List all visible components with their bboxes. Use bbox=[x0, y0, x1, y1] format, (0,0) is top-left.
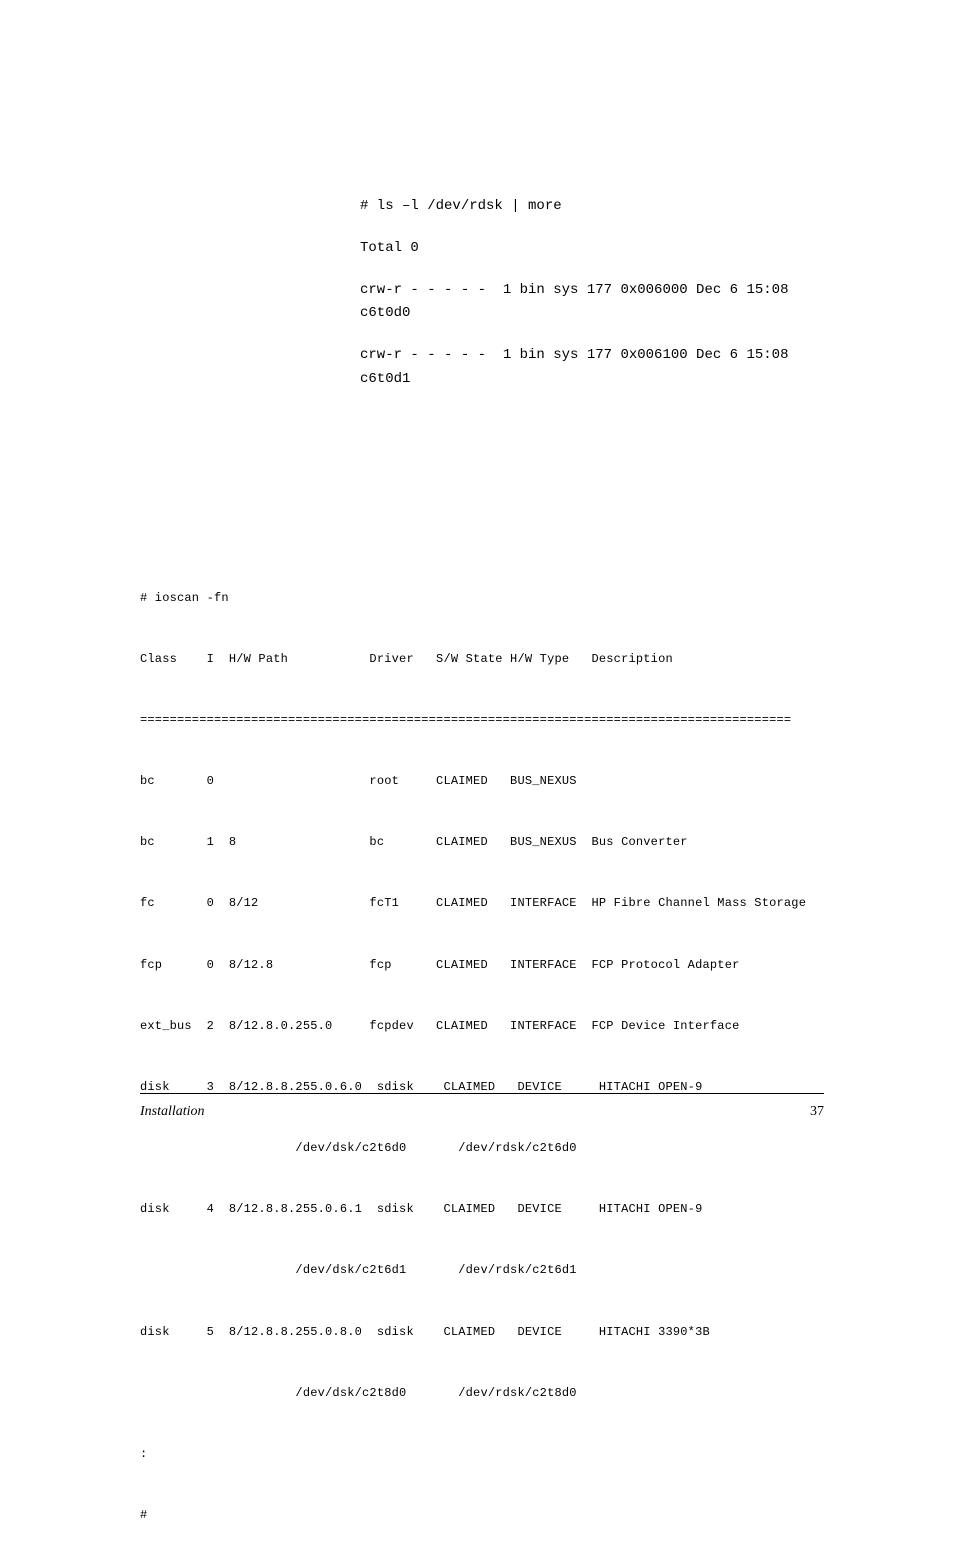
ioscan-row: ext_bus 2 8/12.8.0.255.0 fcpdev CLAIMED … bbox=[140, 1016, 824, 1036]
ioscan-header: Class I H/W Path Driver S/W State H/W Ty… bbox=[140, 649, 824, 669]
terminal-block-1: # ls –l /dev/rdsk | more Total 0 crw-r -… bbox=[360, 195, 824, 392]
page-number: 37 bbox=[810, 1104, 824, 1120]
ioscan-row: disk 4 8/12.8.8.255.0.6.1 sdisk CLAIMED … bbox=[140, 1199, 824, 1219]
ioscan-row: fcp 0 8/12.8 fcp CLAIMED INTERFACE FCP P… bbox=[140, 955, 824, 975]
term-line: crw-r - - - - - 1 bin sys 177 0x006100 D… bbox=[360, 344, 824, 368]
blank-line bbox=[360, 326, 824, 344]
term-line: c6t0d0 bbox=[360, 302, 824, 326]
term-line: # ls –l /dev/rdsk | more bbox=[360, 195, 824, 219]
term-line: Total 0 bbox=[360, 237, 824, 261]
ioscan-row: /dev/dsk/c2t6d1 /dev/rdsk/c2t6d1 bbox=[140, 1260, 824, 1280]
term-line: c6t0d1 bbox=[360, 368, 824, 392]
ioscan-command: # ioscan -fn bbox=[140, 588, 824, 608]
ioscan-row: /dev/dsk/c2t8d0 /dev/rdsk/c2t8d0 bbox=[140, 1383, 824, 1403]
ioscan-row: fc 0 8/12 fcT1 CLAIMED INTERFACE HP Fibr… bbox=[140, 893, 824, 913]
ioscan-row: # bbox=[140, 1505, 824, 1525]
page-content: # ls –l /dev/rdsk | more Total 0 crw-r -… bbox=[0, 0, 954, 1566]
ioscan-row: bc 0 root CLAIMED BUS_NEXUS bbox=[140, 771, 824, 791]
footer-title: Installation bbox=[140, 1104, 205, 1120]
blank-line bbox=[360, 261, 824, 279]
ioscan-row: /dev/dsk/c2t6d0 /dev/rdsk/c2t6d0 bbox=[140, 1138, 824, 1158]
page-footer: Installation 37 bbox=[140, 1093, 824, 1120]
ioscan-row: disk 5 8/12.8.8.255.0.8.0 sdisk CLAIMED … bbox=[140, 1322, 824, 1342]
ioscan-divider: ========================================… bbox=[140, 710, 824, 730]
terminal-block-2: # ioscan -fn Class I H/W Path Driver S/W… bbox=[140, 547, 824, 1566]
ioscan-row: bc 1 8 bc CLAIMED BUS_NEXUS Bus Converte… bbox=[140, 832, 824, 852]
term-line: crw-r - - - - - 1 bin sys 177 0x006000 D… bbox=[360, 279, 824, 303]
blank-line bbox=[360, 219, 824, 237]
ioscan-row: : bbox=[140, 1444, 824, 1464]
